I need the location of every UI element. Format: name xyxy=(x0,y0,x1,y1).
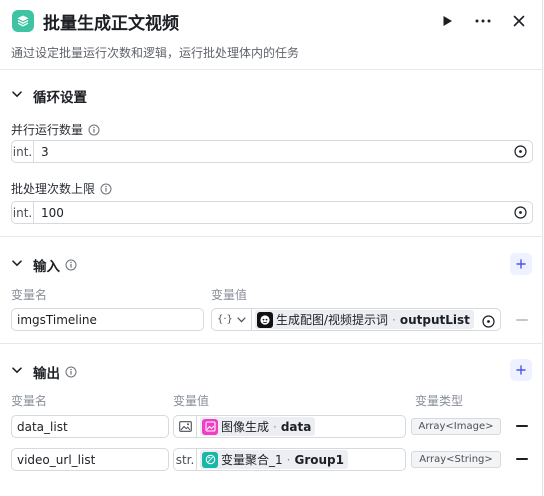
node-config-panel: 批量生成正文视频 通过设定批量运行次数和逻辑，运行批处理体内的任务 循环设置 并… xyxy=(0,0,543,496)
play-icon[interactable] xyxy=(436,10,458,32)
bot-icon xyxy=(257,311,273,328)
type-prefix: int. xyxy=(12,141,34,162)
chevron-down-icon[interactable] xyxy=(11,364,23,376)
output-variable-name[interactable]: data_list xyxy=(11,415,169,438)
variable-ref-icon[interactable] xyxy=(514,145,527,158)
output-variable-name[interactable]: video_url_list xyxy=(11,448,169,471)
output-variable-value[interactable]: str. 变量聚合_1 · Group1 xyxy=(173,448,406,471)
column-label-value: 变量值 xyxy=(173,394,210,408)
output-variable-name-value[interactable]: video_url_list xyxy=(12,453,95,467)
column-label-name: 变量名 xyxy=(11,394,48,408)
variable-reference-tag[interactable]: 图像生成 · data xyxy=(200,417,316,436)
info-icon[interactable] xyxy=(65,366,77,378)
layers-icon xyxy=(12,10,34,32)
divider xyxy=(0,343,543,344)
output-variable-value[interactable]: 图像生成 · data xyxy=(173,415,406,438)
type-prefix: int. xyxy=(12,202,34,223)
section-title-output-text: 输出 xyxy=(33,366,60,382)
section-title-input-text: 输入 xyxy=(33,259,60,275)
node-title[interactable]: 批量生成正文视频 xyxy=(43,9,179,34)
info-icon[interactable] xyxy=(100,183,112,195)
reference-field-name: data xyxy=(280,419,312,434)
variable-ref-icon[interactable] xyxy=(514,206,527,219)
variable-reference-tag[interactable]: 变量聚合_1 · Group1 xyxy=(200,450,348,469)
separator-dot: · xyxy=(392,312,396,327)
more-icon[interactable] xyxy=(472,10,494,32)
reference-field-name: outputList xyxy=(399,312,470,327)
separator-dot: · xyxy=(286,452,291,467)
variable-type-badge: Array<String> xyxy=(411,451,501,468)
parallel-count-label-text: 并行运行数量 xyxy=(11,123,84,137)
input-variable-name-value[interactable]: imgsTimeline xyxy=(12,313,97,327)
section-title-loop: 循环设置 xyxy=(33,90,87,106)
reference-node-name: 变量聚合_1 xyxy=(221,453,283,467)
parallel-count-input[interactable]: int. 3 xyxy=(11,140,533,163)
object-type-icon: {·} xyxy=(217,314,233,325)
output-variable-name-value[interactable]: data_list xyxy=(12,420,68,434)
column-label-name: 变量名 xyxy=(11,288,48,302)
reference-node-name: 生成配图/视频提示词 xyxy=(276,313,389,327)
batch-limit-value[interactable]: 100 xyxy=(34,206,64,220)
reference-node-name: 图像生成 xyxy=(221,420,270,434)
node-description: 通过设定批量运行次数和逻辑，运行批处理体内的任务 xyxy=(11,46,300,60)
aggregate-icon xyxy=(202,451,218,468)
chevron-down-icon[interactable] xyxy=(11,257,23,269)
variable-ref-icon[interactable] xyxy=(482,313,495,328)
batch-limit-label-text: 批处理次数上限 xyxy=(11,182,96,196)
variable-type-badge: Array<Image> xyxy=(411,418,501,435)
variable-reference-tag[interactable]: 生成配图/视频提示词 · outputList xyxy=(255,310,474,329)
info-icon[interactable] xyxy=(88,124,100,136)
column-label-type: 变量类型 xyxy=(415,394,464,408)
chevron-down-icon xyxy=(237,316,246,322)
divider xyxy=(0,69,543,70)
chevron-down-icon[interactable] xyxy=(11,88,23,100)
batch-limit-label: 批处理次数上限 xyxy=(11,180,112,197)
parallel-count-value[interactable]: 3 xyxy=(34,145,49,159)
remove-output-button[interactable] xyxy=(516,458,528,460)
type-selector[interactable]: {·} xyxy=(212,309,252,330)
add-input-button[interactable] xyxy=(510,253,532,275)
image-generate-icon xyxy=(202,418,218,435)
batch-limit-input[interactable]: int. 100 xyxy=(11,201,533,224)
close-icon[interactable] xyxy=(508,10,530,32)
section-title-output: 输出 xyxy=(33,362,77,382)
remove-output-button[interactable] xyxy=(516,425,528,427)
image-type-icon xyxy=(174,416,197,437)
separator-dot: · xyxy=(273,419,277,434)
divider xyxy=(0,236,543,237)
column-label-value: 变量值 xyxy=(211,288,248,302)
info-icon[interactable] xyxy=(65,259,77,271)
string-type-prefix: str. xyxy=(174,449,197,470)
parallel-count-label: 并行运行数量 xyxy=(11,121,100,138)
add-output-button[interactable] xyxy=(510,359,532,381)
input-variable-name[interactable]: imgsTimeline xyxy=(11,308,204,331)
section-title-input: 输入 xyxy=(33,255,77,275)
remove-input-button[interactable] xyxy=(516,319,528,321)
reference-field-name: Group1 xyxy=(294,452,344,467)
panel-header: 批量生成正文视频 xyxy=(0,0,543,42)
input-variable-value[interactable]: {·} 生成配图/视频提示词 · outputList xyxy=(211,308,501,331)
